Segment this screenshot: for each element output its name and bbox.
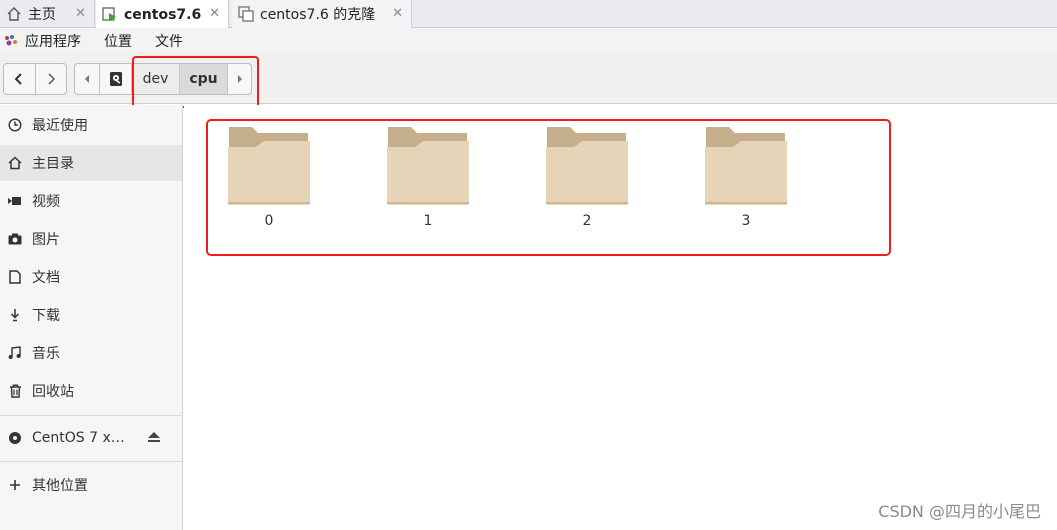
eject-icon[interactable] [147,431,161,447]
sidebar-item-label: 其他位置 [32,478,88,494]
sidebar-item-other-locations[interactable]: 其他位置 [0,467,182,503]
vm-tab-bar: 主页 ✕ centos7.6 ✕ centos7.6 的克隆 ✕ [0,0,1057,29]
sidebar-item-documents[interactable]: 文档 [0,259,182,295]
arrow-left-icon [85,75,89,83]
sidebar-item-label: 视频 [32,194,60,210]
highlight-box-path [132,56,259,108]
watermark: CSDN @四月的小尾巴 [878,502,1041,521]
sidebar-item-label: 回收站 [32,384,74,400]
disc-icon [7,430,23,446]
chevron-left-icon [15,73,23,85]
path-root-button[interactable] [99,64,131,94]
sidebar-item-recent[interactable]: 最近使用 [0,107,182,143]
chevron-right-icon [48,73,56,85]
drive-icon [109,72,122,86]
close-icon[interactable]: ✕ [75,6,86,21]
gnome-foot-icon [5,35,17,46]
back-button[interactable] [4,64,35,94]
home-icon [7,155,23,171]
path-scroll-left-button[interactable] [75,64,99,94]
places-sidebar: 最近使用 主目录 视频 图片 文档 下载 音乐 回收站 CentOS 7 x… … [0,105,183,530]
close-icon[interactable]: ✕ [209,6,220,21]
tab-label: centos7.6 [124,6,202,23]
music-icon [7,345,23,361]
sidebar-item-trash[interactable]: 回收站 [0,373,182,409]
sidebar-item-label: 主目录 [32,156,74,172]
sidebar-divider [0,461,182,462]
nav-buttons [3,63,67,95]
highlight-box-folders [206,119,891,256]
sidebar-item-music[interactable]: 音乐 [0,335,182,371]
document-icon [7,269,23,285]
close-icon[interactable]: ✕ [392,6,403,21]
sidebar-item-cdrom[interactable]: CentOS 7 x… [0,420,182,456]
menu-applications[interactable]: 应用程序 [25,31,81,51]
menu-files[interactable]: 文件 [155,31,183,51]
sidebar-item-pictures[interactable]: 图片 [0,221,182,257]
camera-icon [7,231,23,247]
home-icon [7,7,21,21]
vm-running-icon [102,6,116,21]
sidebar-divider [0,415,182,416]
sidebar-item-label: 文档 [32,270,60,286]
clock-icon [7,117,23,133]
sidebar-item-label: CentOS 7 x… [32,430,125,446]
menu-places[interactable]: 位置 [104,31,132,51]
vm-icon [238,6,254,22]
top-menubar: 应用程序 位置 文件 [0,28,1057,54]
sidebar-item-videos[interactable]: 视频 [0,183,182,219]
tab-label: 主页 [28,7,56,23]
trash-icon [7,383,23,399]
sidebar-item-label: 音乐 [32,346,60,362]
sidebar-item-label: 图片 [32,232,60,248]
sidebar-item-home[interactable]: 主目录 [0,145,182,181]
sidebar-item-label: 最近使用 [32,118,88,134]
tab-centos-clone[interactable]: centos7.6 的克隆 ✕ [232,0,412,28]
plus-icon [7,477,23,493]
tab-label: centos7.6 的克隆 [260,7,376,23]
download-icon [7,307,23,323]
tab-home[interactable]: 主页 ✕ [0,0,95,28]
video-icon [7,193,23,209]
sidebar-item-downloads[interactable]: 下载 [0,297,182,333]
tab-centos[interactable]: centos7.6 ✕ [96,0,229,29]
sidebar-item-label: 下载 [32,308,60,324]
forward-button[interactable] [34,64,66,94]
